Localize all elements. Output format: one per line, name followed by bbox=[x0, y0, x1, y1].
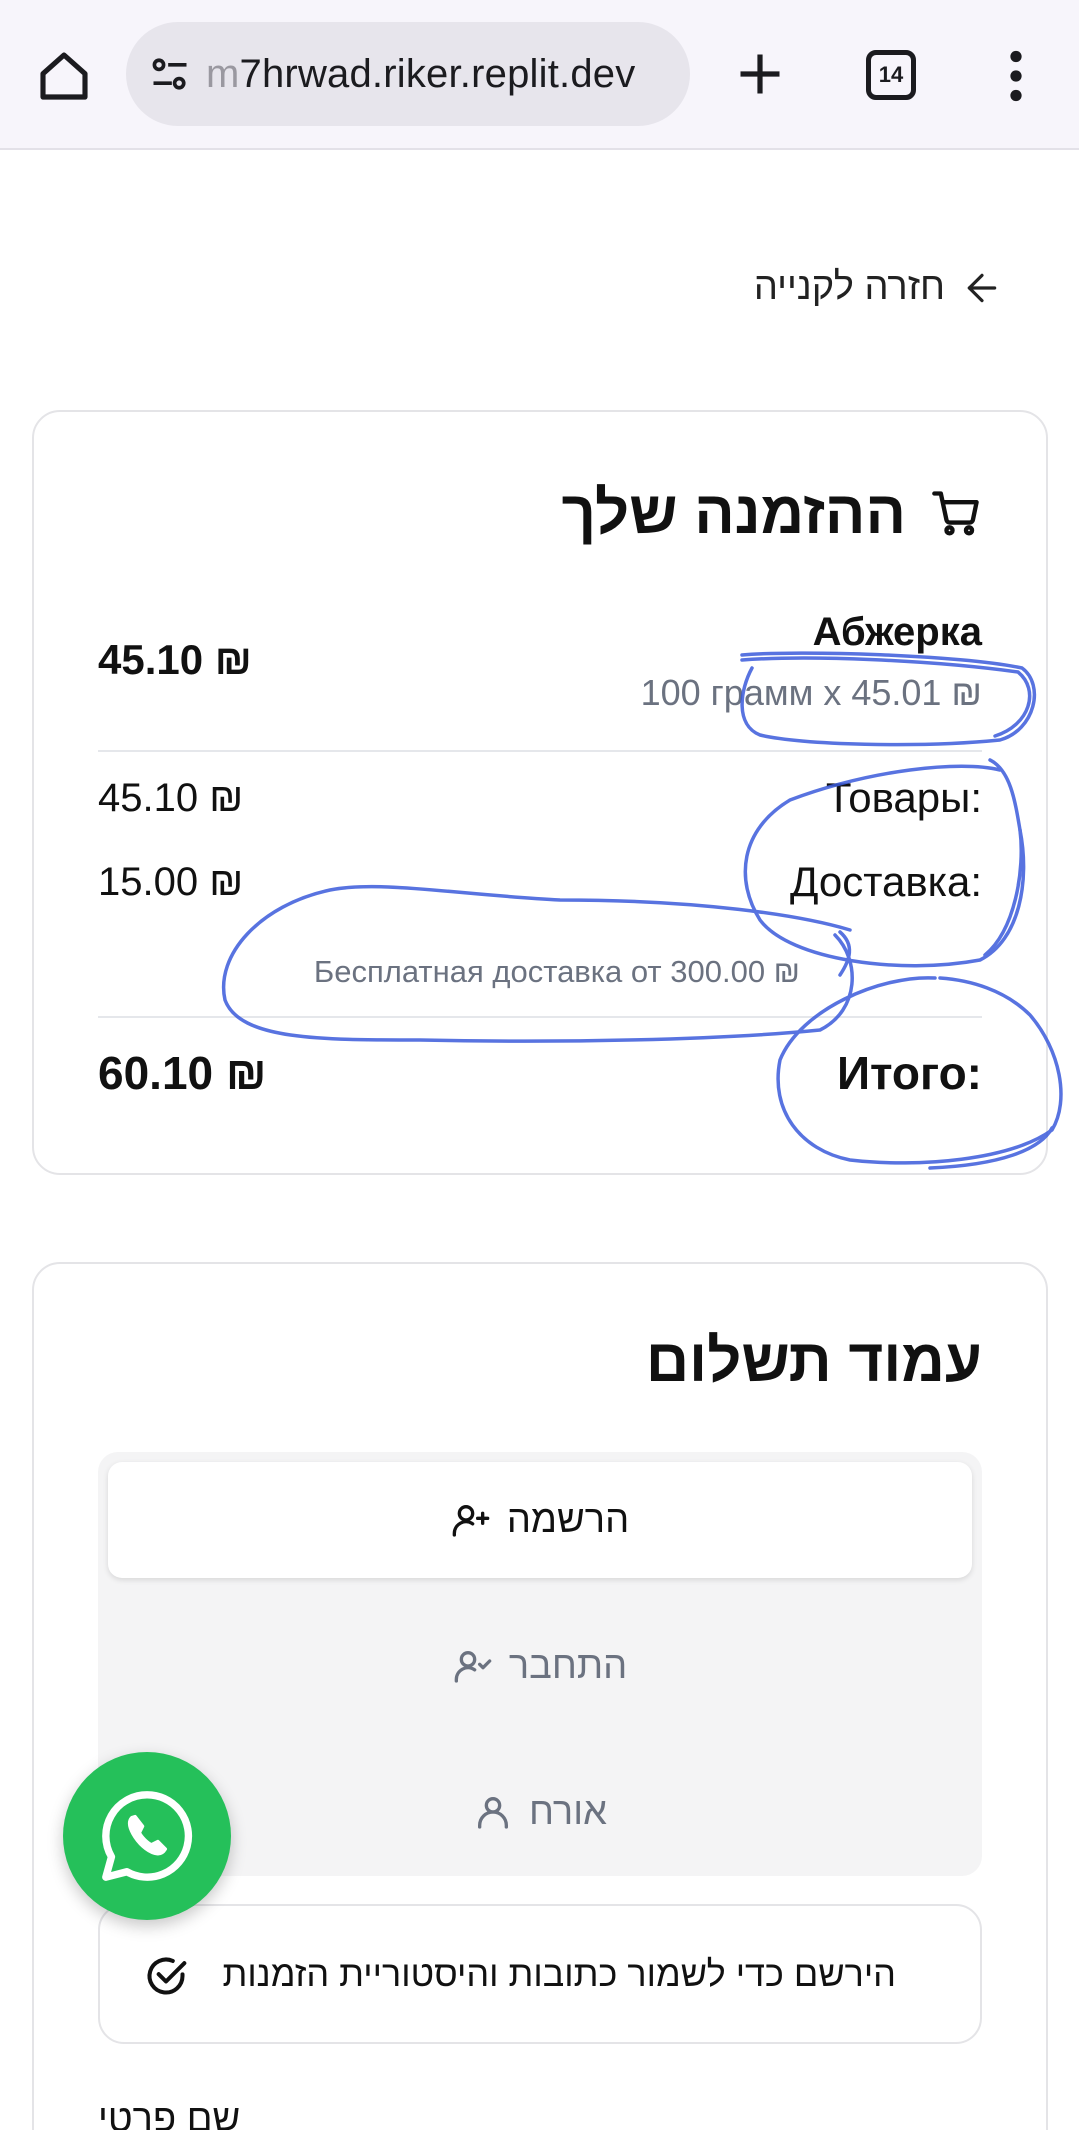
order-summary-card: ההזמנה שלך Абжерка 100 грамм x 45.01 ₪ 4… bbox=[32, 410, 1048, 1175]
back-to-shop-link[interactable]: חזרה לקנייה bbox=[754, 266, 1001, 309]
total-value: 60.10 ₪ bbox=[98, 1047, 267, 1099]
divider bbox=[98, 750, 982, 752]
goods-value: 45.10 ₪ bbox=[98, 776, 244, 820]
cart-icon bbox=[932, 490, 979, 536]
tab-login-label: התחבר bbox=[508, 1644, 628, 1687]
back-link-label: חזרה לקנייה bbox=[753, 266, 945, 308]
free-delivery-note: Бесплатная доставка от 300.00 ₪ bbox=[313, 954, 800, 989]
item-name: Абжерка bbox=[812, 610, 982, 654]
site-settings-icon[interactable] bbox=[148, 52, 192, 96]
item-price: 45.10 ₪ bbox=[98, 636, 252, 683]
goods-label: Товары: bbox=[825, 774, 982, 821]
more-menu-icon[interactable] bbox=[1004, 50, 1028, 102]
url-text: m7hrwad.riker.replit.dev bbox=[206, 51, 636, 96]
tab-login[interactable]: התחבר bbox=[108, 1608, 972, 1724]
user-icon bbox=[478, 1797, 509, 1829]
divider bbox=[98, 1016, 982, 1018]
whatsapp-icon bbox=[102, 1791, 193, 1881]
payment-title: עמוד תשלום bbox=[645, 1327, 982, 1394]
whatsapp-button[interactable] bbox=[63, 1752, 231, 1920]
address-bar[interactable]: m7hrwad.riker.replit.dev bbox=[126, 22, 690, 126]
register-info-box: הירשם כדי לשמור כתובות והיסטוריית הזמנות bbox=[98, 1904, 982, 2044]
browser-toolbar: m7hrwad.riker.replit.dev 14 bbox=[0, 0, 1079, 150]
auth-tabs: הרשמה התחבר אורח bbox=[98, 1452, 982, 1876]
item-detail: 100 грамм x 45.01 ₪ bbox=[640, 672, 982, 713]
tab-switcher-button[interactable]: 14 bbox=[866, 50, 916, 100]
check-circle-icon bbox=[147, 1957, 187, 1995]
payment-card: עמוד תשלום הרשמה התחבר אורח הירשם כדי לש… bbox=[32, 1262, 1048, 2130]
tab-guest[interactable]: אורח bbox=[108, 1754, 972, 1870]
order-title: ההזמנה שלך bbox=[561, 479, 906, 546]
register-info-text: הירשם כדי לשמור כתובות והיסטוריית הזמנות bbox=[222, 1953, 896, 1994]
first-name-label: שם פרטי bbox=[98, 2098, 241, 2130]
delivery-label: Доставка: bbox=[789, 858, 982, 905]
tab-register[interactable]: הרשמה bbox=[108, 1462, 972, 1578]
delivery-value: 15.00 ₪ bbox=[98, 860, 244, 904]
total-label: Итого: bbox=[836, 1047, 982, 1099]
user-check-icon bbox=[454, 1651, 492, 1683]
tab-guest-label: אורח bbox=[529, 1790, 607, 1833]
user-plus-icon bbox=[452, 1505, 490, 1537]
new-tab-icon[interactable] bbox=[734, 48, 786, 100]
arrow-right-icon bbox=[967, 273, 997, 302]
order-title-row: ההזמנה שלך bbox=[562, 478, 982, 547]
tab-register-label: הרשמה bbox=[506, 1498, 630, 1541]
home-icon[interactable] bbox=[36, 48, 92, 104]
